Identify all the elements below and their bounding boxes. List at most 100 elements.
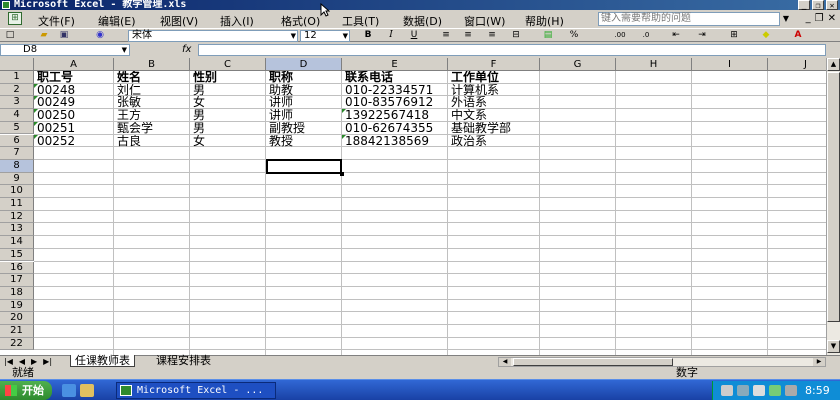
- font-size-select[interactable]: 12 ▼: [300, 30, 350, 42]
- data-cell[interactable]: 中文系: [448, 109, 540, 122]
- row-header-10[interactable]: 10: [0, 185, 34, 198]
- menu-tools[interactable]: 工具(T): [342, 13, 379, 29]
- data-cell[interactable]: 古良: [114, 135, 190, 148]
- data-cell[interactable]: 18842138569: [342, 134, 448, 148]
- data-cell[interactable]: 教授: [266, 135, 342, 148]
- help-search-input[interactable]: 键入需要帮助的问题: [598, 12, 780, 26]
- data-cell[interactable]: 男: [190, 109, 266, 122]
- save-icon[interactable]: ▣: [58, 30, 70, 41]
- doc-close-button[interactable]: ✕: [828, 13, 836, 24]
- insert-function-icon[interactable]: fx: [182, 44, 191, 55]
- column-header-i[interactable]: I: [692, 58, 768, 71]
- menu-insert[interactable]: 插入(I): [220, 13, 254, 29]
- tray-volume-icon[interactable]: [753, 385, 765, 396]
- scroll-left-icon[interactable]: ◀: [499, 358, 511, 366]
- new-icon[interactable]: □: [4, 30, 16, 41]
- tray-keyboard-icon[interactable]: [721, 385, 733, 396]
- worksheet-grid[interactable]: A B C D E F G H I J 1 2 3 4 5 6 7 8 9 10 11 12 13 14 15 16 17 18 19 2…: [0, 58, 826, 355]
- data-cell[interactable]: 00251: [34, 121, 114, 135]
- tray-app-icon[interactable]: [769, 385, 781, 396]
- menu-edit[interactable]: 编辑(E): [98, 13, 136, 29]
- menu-help[interactable]: 帮助(H): [525, 13, 564, 29]
- active-cell[interactable]: [266, 158, 344, 176]
- align-left-icon[interactable]: ≡: [440, 30, 452, 41]
- row-header-3[interactable]: 3: [0, 96, 34, 110]
- header-cell[interactable]: 性别: [190, 71, 266, 84]
- data-cell[interactable]: 010-22334571: [342, 84, 448, 97]
- header-cell[interactable]: 联系电话: [342, 71, 448, 84]
- underline-button[interactable]: U: [408, 30, 420, 41]
- row-header-12[interactable]: 12: [0, 210, 34, 224]
- sheet-tab-schedule[interactable]: 课程安排表: [152, 355, 215, 367]
- column-header-g[interactable]: G: [540, 58, 616, 71]
- row-header-19[interactable]: 19: [0, 299, 34, 313]
- font-name-dropdown-icon[interactable]: ▼: [291, 31, 296, 41]
- help-icon[interactable]: ◉: [94, 30, 106, 41]
- data-cell[interactable]: 助教: [266, 84, 342, 97]
- data-cell[interactable]: 外语系: [448, 96, 540, 109]
- data-cell[interactable]: 010-83576912: [342, 96, 448, 109]
- formula-input[interactable]: [198, 44, 826, 56]
- borders-icon[interactable]: ⊞: [728, 30, 740, 41]
- menu-file[interactable]: 文件(F): [38, 13, 75, 29]
- data-cell[interactable]: 刘仁: [114, 84, 190, 97]
- data-cell[interactable]: 女: [190, 96, 266, 109]
- align-right-icon[interactable]: ≡: [486, 30, 498, 41]
- align-center-icon[interactable]: ≡: [462, 30, 474, 41]
- menu-view[interactable]: 视图(V): [160, 13, 198, 29]
- scroll-down-icon[interactable]: ▼: [827, 340, 840, 353]
- row-header-6[interactable]: 6: [0, 134, 34, 148]
- data-cell[interactable]: 00248: [34, 83, 114, 97]
- data-cell[interactable]: 政治系: [448, 135, 540, 148]
- header-cell[interactable]: 工作单位: [448, 71, 540, 84]
- row-header-5[interactable]: 5: [0, 121, 34, 135]
- row-header-15[interactable]: 15: [0, 248, 34, 262]
- horizontal-scrollbar[interactable]: ◀ ▶: [498, 357, 826, 367]
- fill-color-icon[interactable]: ◆: [760, 30, 772, 41]
- data-cell[interactable]: 010-62674355: [342, 122, 448, 135]
- data-cell[interactable]: 00249: [34, 96, 114, 109]
- data-cell[interactable]: 讲师: [266, 96, 342, 109]
- quicklaunch-explorer-icon[interactable]: [80, 384, 94, 397]
- vertical-scrollbar[interactable]: ▲ ▼: [826, 58, 840, 355]
- select-all-corner[interactable]: [0, 58, 34, 71]
- data-cell[interactable]: 男: [190, 84, 266, 97]
- data-cell[interactable]: 00250: [34, 109, 114, 122]
- data-cell[interactable]: 王方: [114, 109, 190, 122]
- tray-network-icon[interactable]: [737, 385, 749, 396]
- row-header-9[interactable]: 9: [0, 172, 34, 186]
- data-cell[interactable]: 甄会学: [114, 122, 190, 135]
- taskbar-excel-button[interactable]: Microsoft Excel - ...: [116, 382, 276, 399]
- column-header-d[interactable]: D: [266, 58, 342, 71]
- data-cell[interactable]: 13922567418: [342, 109, 448, 122]
- scroll-up-icon[interactable]: ▲: [827, 58, 840, 71]
- row-header-17[interactable]: 17: [0, 274, 34, 287]
- decrease-indent-icon[interactable]: ⇤: [670, 30, 682, 41]
- column-header-e[interactable]: E: [342, 58, 448, 71]
- open-icon[interactable]: ▰: [38, 30, 50, 41]
- prev-sheet-icon[interactable]: ◀: [19, 357, 25, 366]
- name-box[interactable]: D8 ▼: [0, 44, 130, 56]
- data-cell[interactable]: 基础教学部: [448, 122, 540, 135]
- italic-button[interactable]: I: [385, 30, 397, 41]
- menu-format[interactable]: 格式(O): [281, 13, 320, 29]
- font-color-icon[interactable]: A: [792, 30, 804, 41]
- first-sheet-icon[interactable]: |◀: [4, 357, 13, 366]
- name-box-dropdown-icon[interactable]: ▼: [122, 45, 127, 55]
- scroll-right-icon[interactable]: ▶: [813, 358, 825, 366]
- data-cell[interactable]: 女: [190, 135, 266, 148]
- row-header-11[interactable]: 11: [0, 198, 34, 211]
- column-header-h[interactable]: H: [616, 58, 692, 71]
- data-cell[interactable]: 00252: [34, 134, 114, 148]
- row-header-22[interactable]: 22: [0, 337, 34, 351]
- help-dropdown-icon[interactable]: ▼: [780, 12, 792, 26]
- menu-window[interactable]: 窗口(W): [464, 13, 505, 29]
- increase-decimal-icon[interactable]: .00: [614, 30, 626, 41]
- percent-button[interactable]: %: [568, 30, 580, 41]
- column-header-c[interactable]: C: [190, 58, 266, 71]
- font-name-select[interactable]: 宋体 ▼: [128, 30, 298, 42]
- horizontal-scroll-thumb[interactable]: [513, 358, 673, 366]
- restore-button[interactable]: ❐: [812, 0, 824, 10]
- row-header-21[interactable]: 21: [0, 325, 34, 338]
- row-header-4[interactable]: 4: [0, 109, 34, 122]
